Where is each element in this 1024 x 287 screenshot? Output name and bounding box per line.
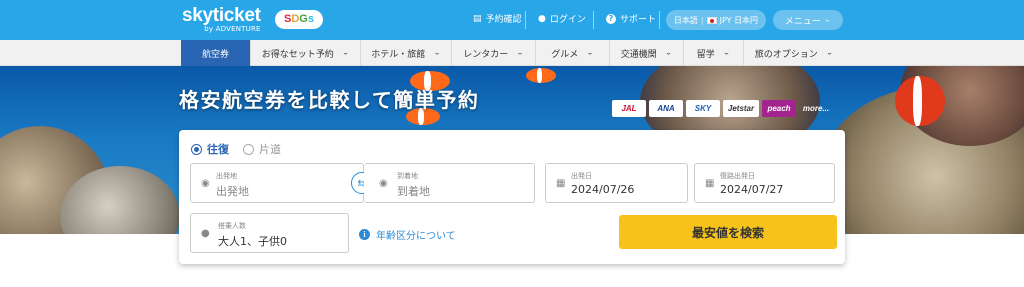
nav-item-travel-options[interactable]: 旅のオプション ⌄ — [744, 40, 844, 66]
radio-selected-icon — [191, 143, 202, 155]
logo-subtext: by ADVENTURE — [204, 25, 261, 33]
nav-item-transport[interactable]: 交通機関 ⌄ — [610, 40, 684, 66]
nav-item-label: ホテル・旅館 — [371, 49, 426, 60]
jetstar-logo: Jetstar — [723, 100, 759, 117]
person-icon: ● — [201, 228, 210, 239]
nav-item-rental-car[interactable]: レンタカー ⌄ — [452, 40, 536, 66]
header-divider — [659, 11, 660, 29]
logo-text: skyticket — [182, 5, 261, 26]
nav-item-packages[interactable]: お得なセット予約 ⌄ — [251, 40, 361, 66]
flight-search-form: 往復 片道 ◉ 出発地 出発地 ⇆ ◉ 到着地 到着地 ▦ 出発日 2024/0… — [179, 130, 845, 264]
round-trip-label: 往復 — [207, 143, 229, 156]
depart-date-label: 出発日 — [571, 172, 592, 180]
return-date-label: 復路出発日 — [720, 172, 755, 180]
calendar-icon: ▦ — [556, 178, 566, 189]
login-link[interactable]: ● ログイン — [538, 12, 586, 26]
header-divider — [593, 11, 594, 29]
passengers-value: 大人1、子供0 — [218, 235, 287, 248]
hero-title: 格安航空券を比較して簡単予約 — [179, 88, 480, 112]
chevron-down-icon: ⌄ — [823, 16, 832, 24]
destination-placeholder: 到着地 — [397, 185, 430, 198]
location-pin-icon: ◉ — [379, 178, 388, 189]
depart-date-value: 2024/07/26 — [571, 183, 635, 196]
sdgs-letter: G — [299, 13, 308, 25]
ana-logo: ANA — [649, 100, 683, 117]
reservation-check-label: 予約確認 — [485, 15, 522, 25]
nav-item-label: 旅のオプション — [754, 49, 818, 60]
age-category-info-link[interactable]: i 年齢区分について — [359, 227, 456, 242]
header-divider — [525, 11, 526, 29]
sdgs-badge[interactable]: SDGs — [275, 10, 323, 29]
chevron-down-icon: ⌄ — [586, 49, 594, 57]
age-category-info-label: 年齢区分について — [376, 231, 456, 242]
chevron-down-icon: ⌄ — [433, 49, 441, 57]
one-way-label: 片道 — [259, 143, 281, 156]
round-trip-radio[interactable]: 往復 — [191, 141, 229, 157]
menu-label: メニュー — [784, 16, 821, 27]
nav-item-label: お得なセット予約 — [261, 49, 334, 60]
nav-item-label: 交通機関 — [620, 49, 657, 60]
nav-item-label: グルメ — [551, 49, 579, 60]
chevron-down-icon: ⌄ — [825, 49, 834, 57]
nav-item-study-abroad[interactable]: 留学 ⌄ — [684, 40, 744, 66]
nav-item-gourmet[interactable]: グルメ ⌄ — [536, 40, 610, 66]
nav-item-label: 航空券 — [201, 49, 229, 60]
document-icon: ▤ — [473, 13, 482, 24]
sdgs-letter: s — [307, 13, 314, 25]
user-icon: ● — [538, 13, 546, 24]
search-cheapest-button[interactable]: 最安値を検索 — [619, 215, 837, 249]
menu-button[interactable]: メニュー ⌄ — [773, 10, 843, 30]
skymark-logo: SKY — [686, 100, 720, 117]
language-label: 日本語 — [673, 15, 698, 25]
reservation-check-link[interactable]: ▤ 予約確認 — [473, 12, 522, 26]
origin-label: 出発地 — [216, 172, 237, 180]
calendar-icon: ▦ — [705, 178, 715, 189]
jal-logo: JAL — [612, 100, 646, 117]
info-icon: i — [359, 229, 370, 240]
more-airlines-label: more... — [802, 104, 830, 113]
clownfish-decoration — [526, 68, 556, 83]
support-label: サポート — [620, 15, 657, 25]
nav-item-label: 留学 — [696, 49, 715, 60]
nav-item-hotels[interactable]: ホテル・旅館 ⌄ — [361, 40, 452, 66]
return-date-value: 2024/07/27 — [720, 183, 784, 196]
divider: | — [700, 15, 704, 25]
support-link[interactable]: ? サポート — [606, 12, 656, 25]
chevron-down-icon: ⌄ — [664, 49, 673, 57]
nav-item-flights[interactable]: 航空券 — [181, 40, 251, 66]
chevron-down-icon: ⌄ — [516, 49, 524, 57]
one-way-radio[interactable]: 片道 — [243, 141, 281, 157]
return-date-field[interactable]: ▦ 復路出発日 2024/07/27 — [694, 163, 835, 203]
login-label: ログイン — [549, 15, 586, 25]
chevron-down-icon: ⌄ — [722, 49, 731, 57]
question-icon: ? — [606, 13, 616, 24]
top-header: skyticket by ADVENTURE SDGs ▤ 予約確認 ● ログイ… — [0, 0, 1024, 40]
origin-placeholder: 出発地 — [216, 185, 249, 198]
currency-label: JPY 日本円 — [719, 15, 759, 25]
origin-field[interactable]: ◉ 出発地 出発地 — [190, 163, 364, 203]
airline-logos: JAL ANA SKY Jetstar peach more... — [612, 100, 833, 117]
passengers-label: 搭乗人数 — [218, 222, 246, 230]
japan-flag-icon — [706, 16, 717, 24]
skyticket-logo[interactable]: skyticket by ADVENTURE — [182, 6, 261, 33]
destination-label: 到着地 — [397, 172, 418, 180]
nav-item-label: レンタカー — [463, 49, 509, 60]
destination-field[interactable]: ◉ 到着地 到着地 — [364, 163, 535, 203]
radio-unselected-icon — [243, 143, 254, 155]
peach-logo: peach — [762, 100, 796, 117]
chevron-down-icon: ⌄ — [341, 49, 350, 57]
passengers-field[interactable]: ● 搭乗人数 大人1、子供0 — [190, 213, 349, 253]
category-nav: 航空券 お得なセット予約 ⌄ ホテル・旅館 ⌄ レンタカー ⌄ グルメ ⌄ 交通… — [0, 40, 1024, 66]
depart-date-field[interactable]: ▦ 出発日 2024/07/26 — [545, 163, 688, 203]
clownfish-decoration — [895, 76, 945, 126]
language-currency-button[interactable]: 日本語 | JPY 日本円 — [666, 10, 766, 30]
location-pin-icon: ◉ — [201, 178, 210, 189]
